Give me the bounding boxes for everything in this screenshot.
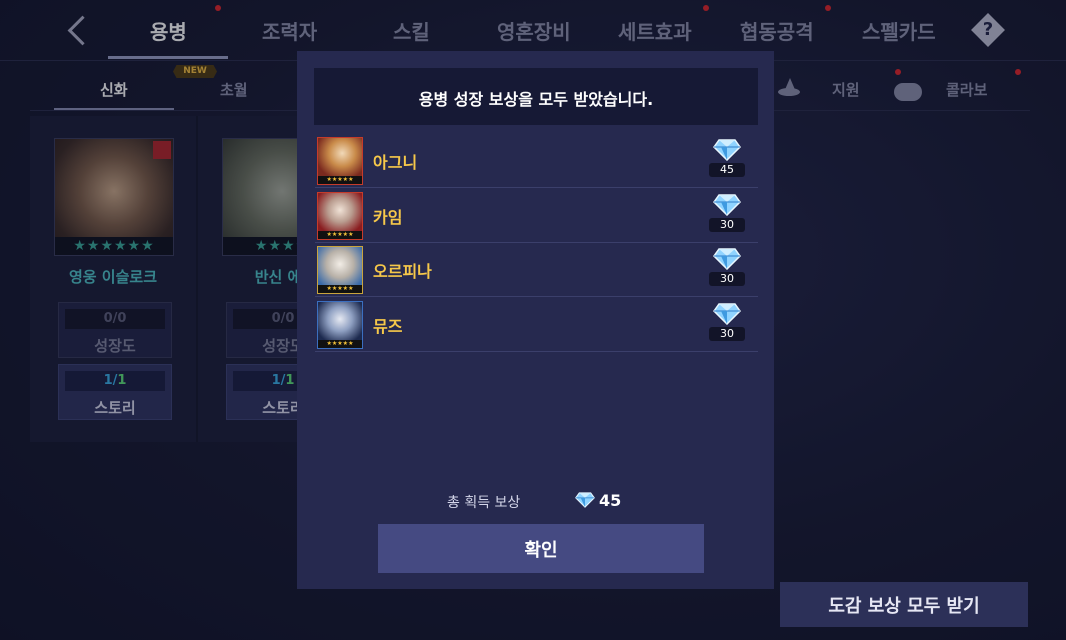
- diamond-count: 30: [709, 218, 745, 232]
- star-rating: ★★★★★: [318, 285, 362, 293]
- modal-header: 용병 성장 보상을 모두 받았습니다.: [314, 68, 758, 125]
- diamond-icon: [713, 194, 741, 216]
- diamond-count: 30: [709, 272, 745, 286]
- reward-row: ★★★★★ 뮤즈 30: [315, 297, 758, 352]
- diamond-reward: 30: [707, 246, 747, 292]
- character-name: 아그니: [373, 153, 418, 172]
- diamond-count: 30: [709, 327, 745, 341]
- total-reward-label: 총 획득 보상: [447, 495, 521, 511]
- reward-row: ★★★★★ 오르피나 30: [315, 242, 758, 297]
- diamond-reward: 30: [707, 192, 747, 238]
- reward-row: ★★★★★ 카임 30: [315, 188, 758, 243]
- diamond-icon: [713, 248, 741, 270]
- modal-title: 용병 성장 보상을 모두 받았습니다.: [418, 90, 654, 109]
- diamond-icon: [575, 492, 595, 508]
- diamond-reward: 45: [707, 137, 747, 183]
- reward-row: ★★★★★ 아그니 45: [315, 133, 758, 188]
- diamond-count: 45: [709, 163, 745, 177]
- star-rating: ★★★★★: [318, 231, 362, 239]
- diamond-icon: [713, 139, 741, 161]
- star-rating: ★★★★★: [318, 340, 362, 348]
- character-thumbnail: ★★★★★: [317, 137, 363, 185]
- reward-modal: 용병 성장 보상을 모두 받았습니다. ★★★★★ 아그니 45 ★★★★★ 카…: [297, 51, 774, 589]
- diamond-icon: [713, 303, 741, 325]
- total-reward-value: 45: [599, 491, 622, 510]
- confirm-button[interactable]: 확인: [378, 524, 704, 573]
- diamond-reward: 30: [707, 301, 747, 347]
- character-thumbnail: ★★★★★: [317, 301, 363, 349]
- star-rating: ★★★★★: [318, 176, 362, 184]
- character-thumbnail: ★★★★★: [317, 246, 363, 294]
- character-name: 오르피나: [373, 262, 432, 281]
- character-name: 뮤즈: [373, 317, 403, 336]
- claim-all-rewards-button[interactable]: 도감 보상 모두 받기: [780, 582, 1028, 627]
- character-name: 카임: [373, 208, 403, 227]
- character-thumbnail: ★★★★★: [317, 192, 363, 240]
